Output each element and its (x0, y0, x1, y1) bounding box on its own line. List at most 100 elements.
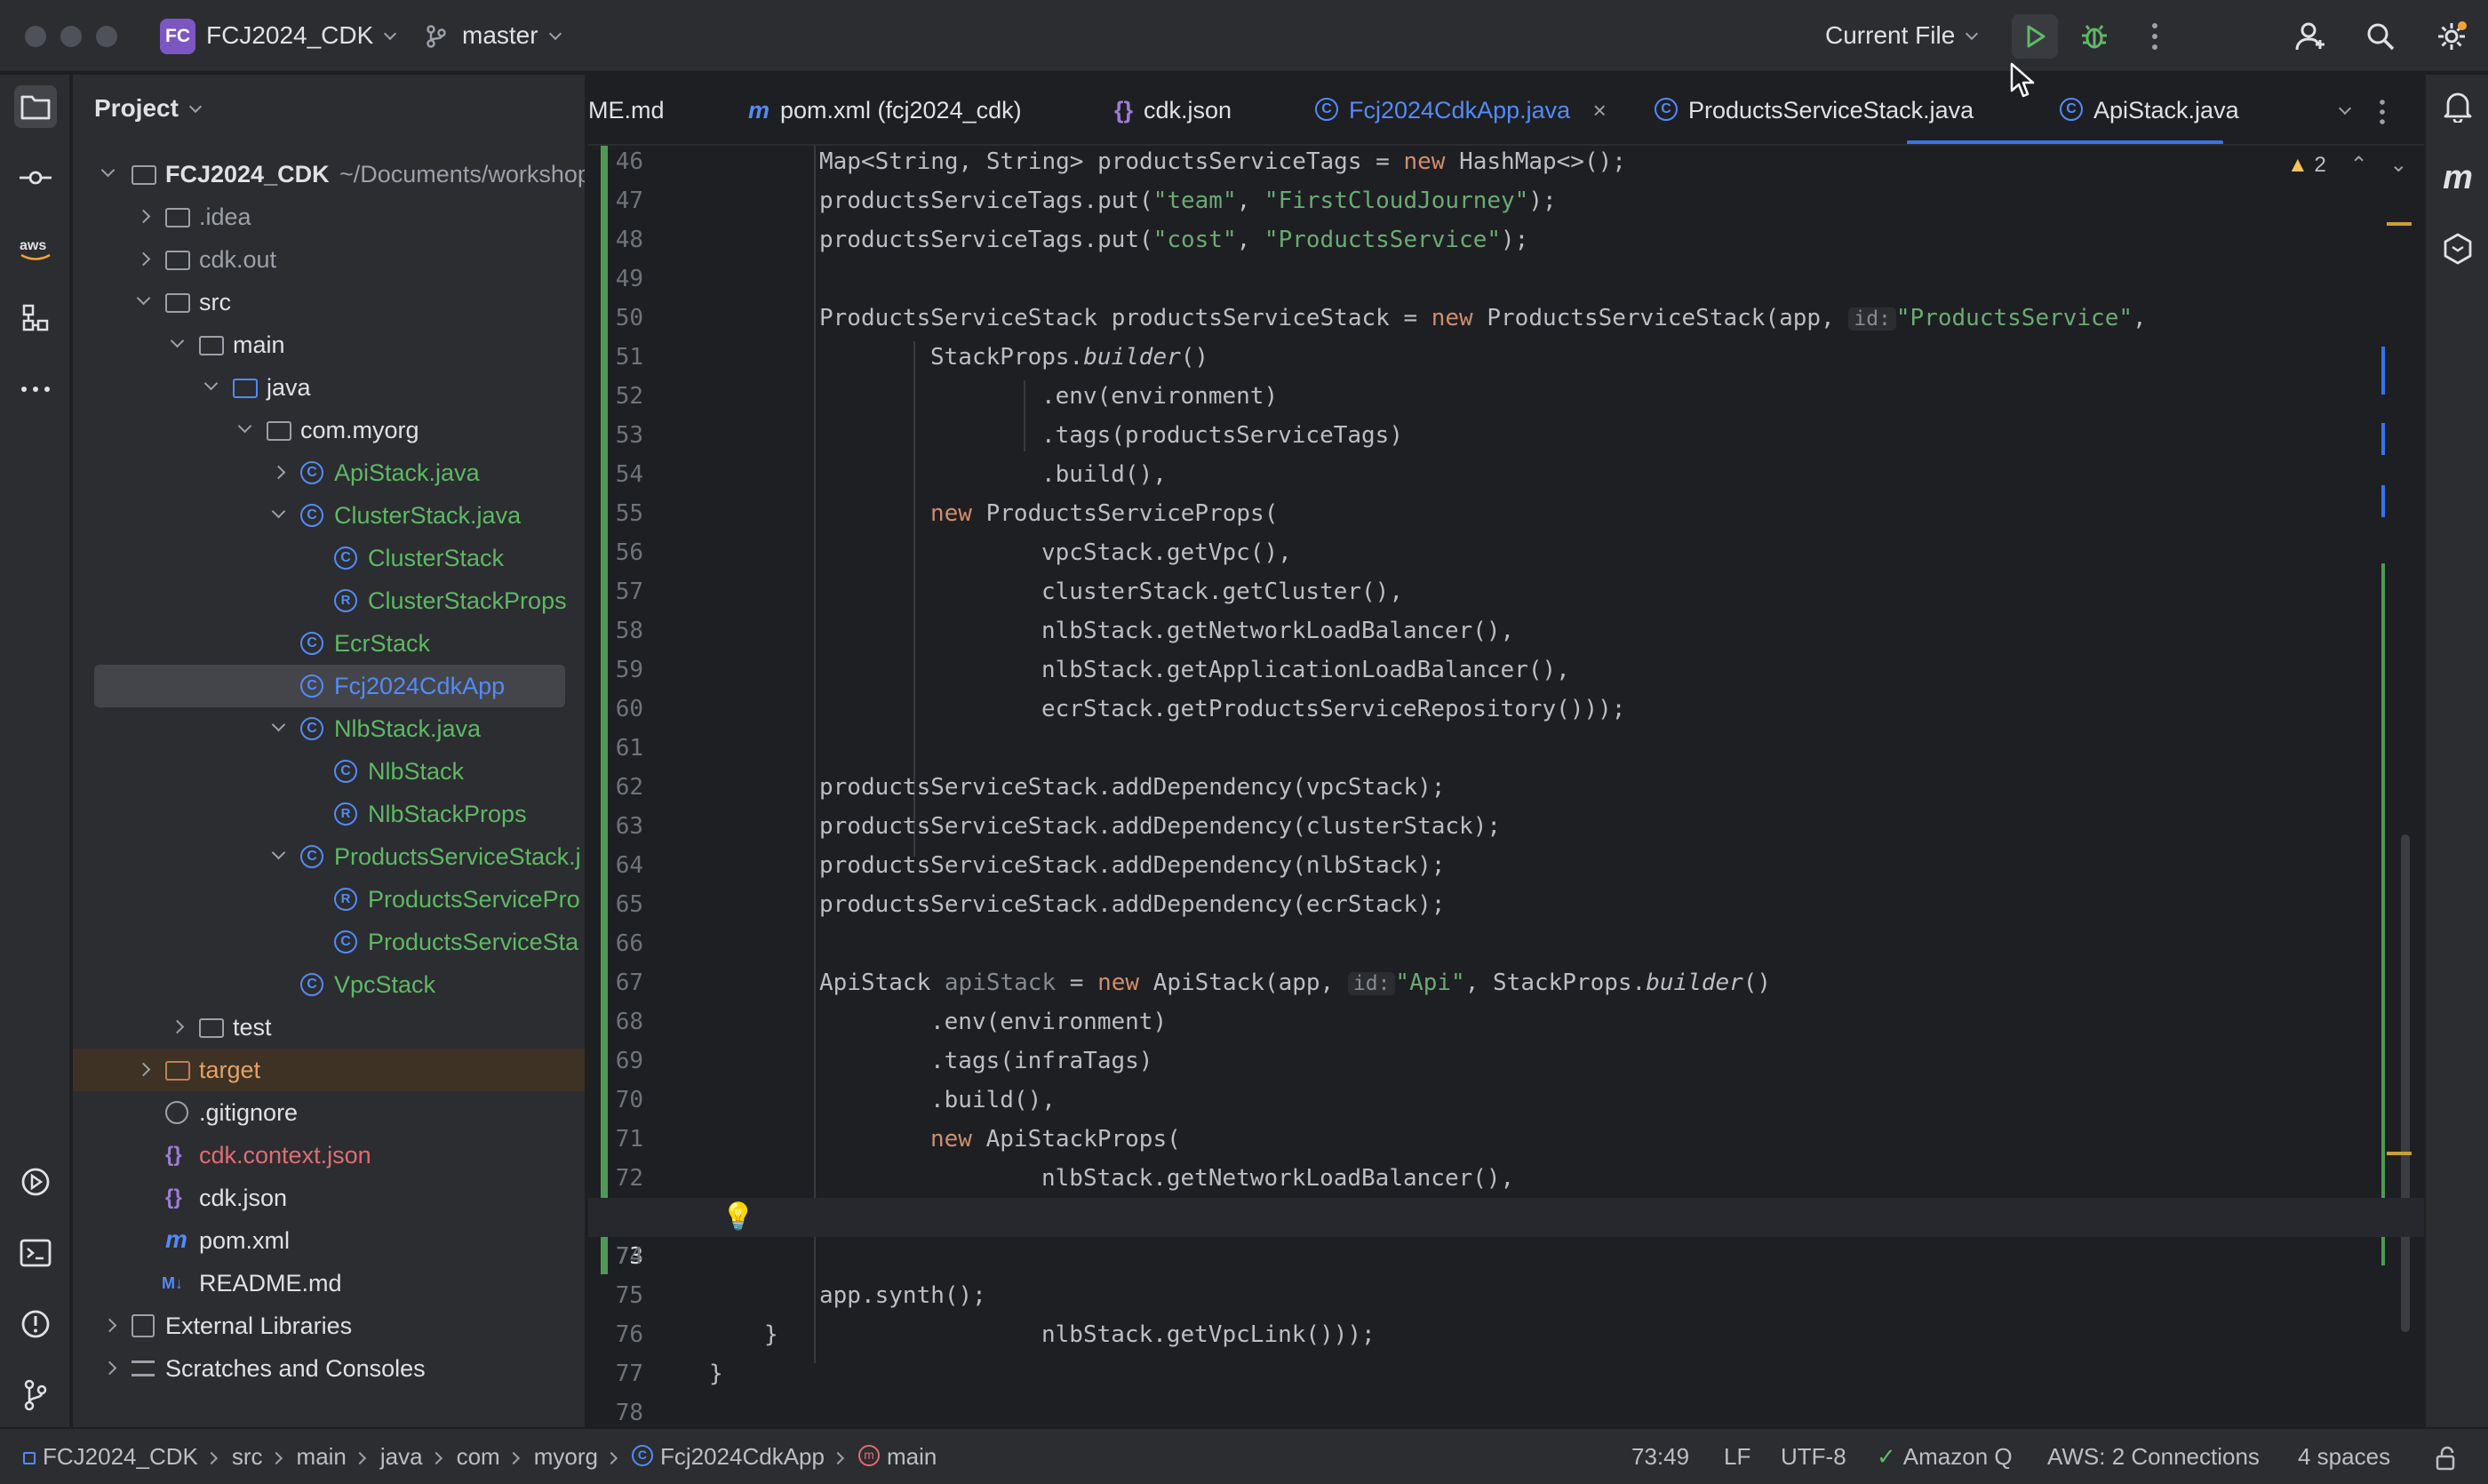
tree-item-test[interactable]: test (73, 1006, 585, 1049)
tree-item-vpcstack[interactable]: C VpcStack (73, 963, 585, 1006)
aws-explorer-button[interactable]: aws (14, 227, 57, 270)
code-line[interactable]: 61 (588, 729, 2424, 768)
lightbulb-icon[interactable]: 💡 (722, 1198, 754, 1237)
run-button[interactable] (2012, 14, 2058, 59)
code-line[interactable]: 64 productsServiceStack.addDependency(nlb… (588, 846, 2424, 885)
tree-item-clusterstack-java[interactable]: C ClusterStack.java (73, 494, 585, 537)
crumb[interactable]: main (887, 1443, 937, 1470)
tree-item-main[interactable]: main (73, 323, 585, 366)
code-line[interactable]: 47 productsServiceTags.put("team", "First… (588, 181, 2424, 220)
tree-item-clusterstackprops[interactable]: R ClusterStackProps (73, 579, 585, 622)
tree-item-cdk-json[interactable]: {} cdk.json (73, 1177, 585, 1219)
crumb[interactable]: myorg (534, 1443, 598, 1470)
debug-button[interactable] (2076, 18, 2113, 55)
more-tools-button[interactable] (14, 368, 57, 411)
code-line[interactable]: 53 .tags(productsServiceTags) (588, 416, 2424, 455)
code-line[interactable]: 51 StackProps.builder() (588, 338, 2424, 377)
code-line[interactable]: 71 new ApiStackProps( (588, 1120, 2424, 1159)
code-line[interactable]: 52 .env(environment) (588, 377, 2424, 416)
crumb[interactable]: com (457, 1443, 500, 1470)
tab-fcj2024cdkapp[interactable]: C Fcj2024CdkApp.java × (1315, 75, 1607, 144)
code-line[interactable]: 75 app.synth(); (588, 1276, 2424, 1315)
tab-pom-xml[interactable]: m pom.xml (fcj2024_cdk) (748, 75, 1022, 144)
tree-item-ecrstack[interactable]: C EcrStack (73, 622, 585, 665)
tree-item-clusterstack[interactable]: C ClusterStack (73, 537, 585, 579)
code-line[interactable]: 60 ecrStack.getProductsServiceRepository(… (588, 690, 2424, 729)
project-switcher[interactable]: FCJ2024_CDK (206, 20, 397, 52)
services-tool-button[interactable] (14, 1161, 57, 1203)
code-line[interactable]: 50 ProductsServiceStack productsServiceSt… (588, 299, 2424, 338)
code-line[interactable]: 62 productsServiceStack.addDependency(vpc… (588, 768, 2424, 807)
tree-item-java[interactable]: java (73, 366, 585, 409)
branch-switcher[interactable]: master (462, 20, 562, 52)
code-line[interactable]: 48 productsServiceTags.put("cost", "Produ… (588, 220, 2424, 259)
tab-readme[interactable]: ME.md (588, 75, 665, 144)
amazon-q-status[interactable]: ✓ Amazon Q (1877, 1429, 2013, 1484)
code-line[interactable]: 69 .tags(infraTags) (588, 1041, 2424, 1081)
code-line[interactable]: 55 new ProductsServiceProps( (588, 494, 2424, 533)
current-code-line[interactable]: 73 💡 nlbStack.getVpcLink())); (588, 1198, 2424, 1348)
tree-item-nlbstackprops[interactable]: R NlbStackProps (73, 793, 585, 835)
tree-item-com-myorg[interactable]: com.myorg (73, 409, 585, 451)
line-ending[interactable]: LF (1724, 1429, 1750, 1484)
project-badge[interactable]: FC (160, 19, 195, 54)
tab-cdk-json[interactable]: {} cdk.json (1114, 75, 1232, 144)
code-line[interactable]: 76} (588, 1315, 2424, 1354)
code-line[interactable]: 59 nlbStack.getApplicationLoadBalancer(), (588, 650, 2424, 690)
code-line[interactable]: 66 (588, 924, 2424, 963)
tree-item-pom-xml[interactable]: m pom.xml (73, 1219, 585, 1262)
problems-tool-button[interactable] (14, 1303, 57, 1345)
settings-button[interactable] (2433, 18, 2470, 55)
search-button[interactable] (2362, 18, 2399, 55)
tab-options-button[interactable] (2378, 75, 2413, 144)
indent-setting[interactable]: 4 spaces (2298, 1429, 2390, 1484)
code-line[interactable]: 68 .env(environment) (588, 1002, 2424, 1041)
tree-item-productsservicestack[interactable]: C ProductsServiceSta (73, 921, 585, 963)
tree-item-src[interactable]: src (73, 281, 585, 323)
notifications-button[interactable] (2436, 85, 2479, 128)
code-with-me-button[interactable] (2293, 18, 2330, 55)
tree-root[interactable]: FCJ2024_CDK ~/Documents/workshop (73, 153, 585, 195)
code-line[interactable]: 77} (588, 1354, 2424, 1393)
tree-item-external-libraries[interactable]: External Libraries (73, 1304, 585, 1347)
close-window-button[interactable] (25, 26, 46, 47)
code-line[interactable]: 57 clusterStack.getCluster(), (588, 572, 2424, 611)
tree-item-readme[interactable]: M↓ README.md (73, 1262, 585, 1304)
tree-item-apistack-java[interactable]: C ApiStack.java (73, 451, 585, 494)
code-line[interactable]: 70 .build(), (588, 1081, 2424, 1120)
tab-apistack[interactable]: C ApiStack.java (2060, 75, 2239, 144)
aws-toolkit-button[interactable] (2436, 227, 2479, 270)
tab-list-button[interactable] (2335, 75, 2362, 144)
code-line[interactable]: 67 ApiStack apiStack = new ApiStack(app, … (588, 963, 2424, 1002)
code-line[interactable]: 58 nlbStack.getNetworkLoadBalancer(), (588, 611, 2424, 650)
tree-item-nlbstack[interactable]: C NlbStack (73, 750, 585, 793)
tree-item-productsserviceprops[interactable]: R ProductsServicePro (73, 878, 585, 921)
tab-productsservicestack[interactable]: C ProductsServiceStack.java (1655, 75, 1974, 144)
code-line[interactable]: 78 (588, 1393, 2424, 1427)
tree-item-cdk-context-json[interactable]: {} cdk.context.json (73, 1134, 585, 1177)
more-actions-button[interactable] (2136, 18, 2173, 55)
code-line[interactable]: 74 (588, 1237, 2424, 1276)
code-line[interactable]: 46 Map<String, String> productsServiceTag… (588, 146, 2424, 181)
code-line[interactable]: 54 .build(), (588, 455, 2424, 494)
tree-item-fcj2024cdkapp[interactable]: C Fcj2024CdkApp (94, 665, 565, 707)
git-tool-button[interactable] (14, 1374, 57, 1416)
crumb[interactable]: Fcj2024CdkApp (660, 1443, 825, 1470)
code-line[interactable]: 65 productsServiceStack.addDependency(ecr… (588, 885, 2424, 924)
caret-position[interactable]: 73:49 (1631, 1429, 1689, 1484)
code-line[interactable]: 56 vpcStack.getVpc(), (588, 533, 2424, 572)
code-line[interactable]: 63 productsServiceStack.addDependency(clu… (588, 807, 2424, 846)
crumb[interactable]: FCJ2024_CDK (43, 1443, 198, 1470)
commit-tool-button[interactable] (14, 156, 57, 199)
maven-icon[interactable]: m (2436, 156, 2479, 199)
project-tool-button[interactable] (14, 85, 57, 128)
aws-connections[interactable]: AWS: 2 Connections (2047, 1429, 2260, 1484)
crumb[interactable]: main (297, 1443, 347, 1470)
tree-item-gitignore[interactable]: .gitignore (73, 1091, 585, 1134)
read-only-toggle[interactable] (2435, 1429, 2458, 1484)
code-line[interactable]: 49 (588, 259, 2424, 299)
run-config-selector[interactable]: Current File (1825, 20, 1979, 52)
minimize-window-button[interactable] (60, 26, 82, 47)
maximize-window-button[interactable] (96, 26, 117, 47)
file-encoding[interactable]: UTF-8 (1781, 1429, 1846, 1484)
